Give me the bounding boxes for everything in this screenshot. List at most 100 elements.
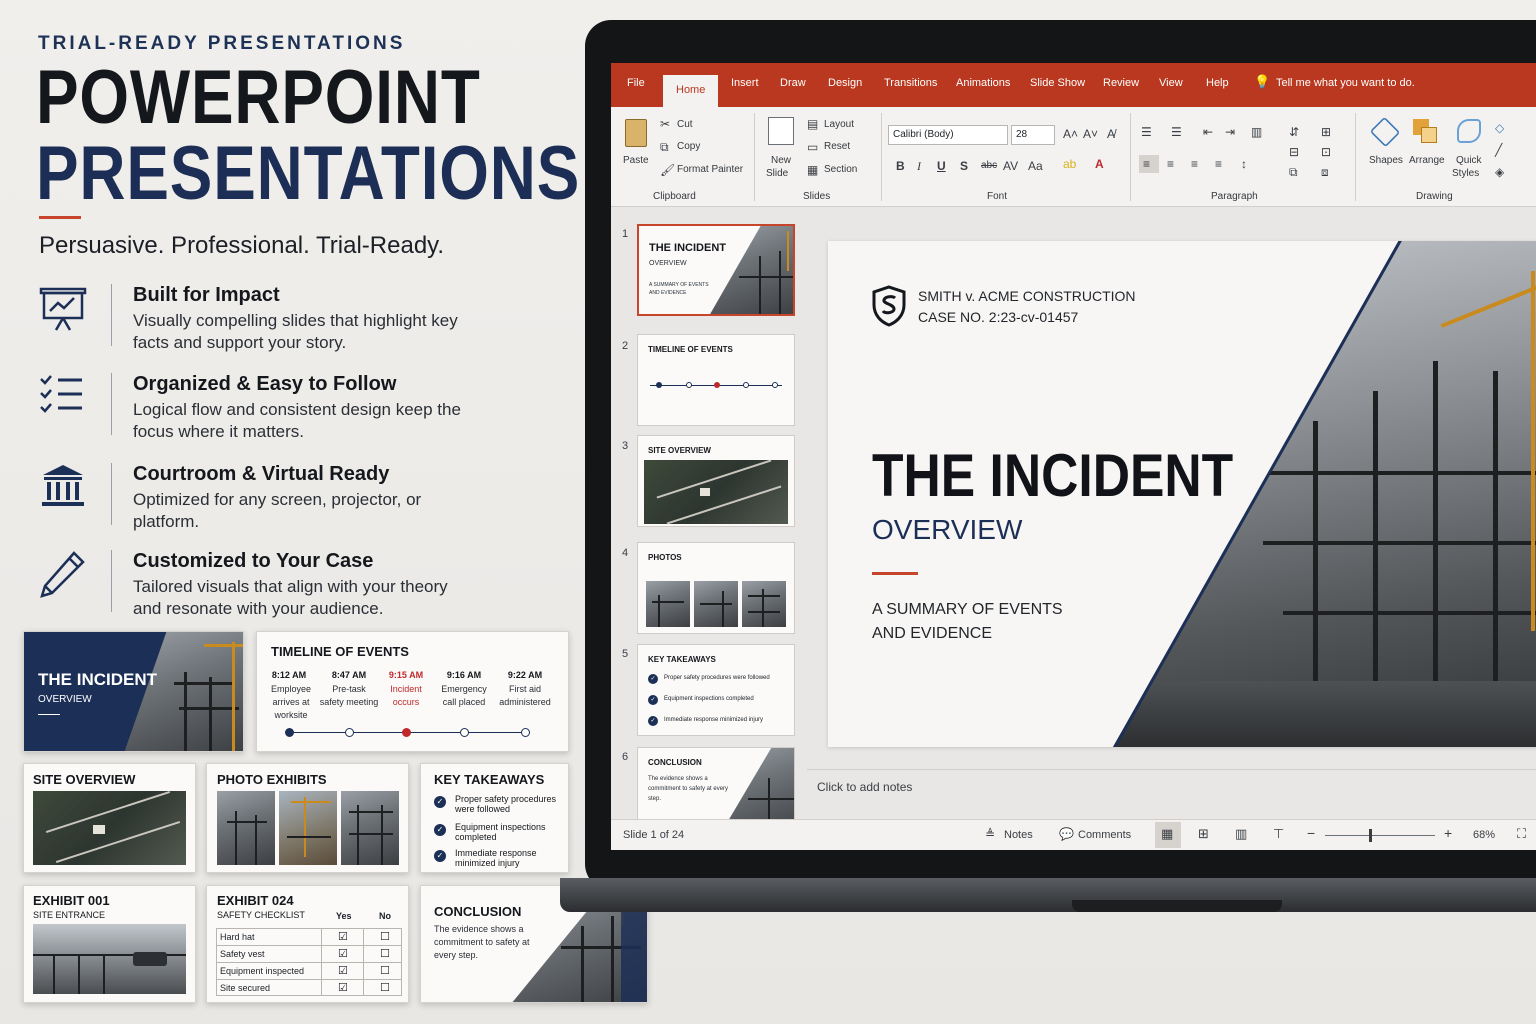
slide-thumbnail-5[interactable]: KEY TAKEAWAYS ✓ Proper safety procedures… [637, 644, 795, 736]
section-button[interactable]: Section [824, 164, 857, 175]
shape-outline-icon[interactable]: ╱ [1495, 143, 1502, 157]
reset-button[interactable]: Reset [824, 141, 850, 152]
comments-icon[interactable]: 💬 [1059, 827, 1074, 841]
character-spacing-icon[interactable]: AV [1003, 159, 1018, 173]
tab-slide-show[interactable]: Slide Show [1030, 77, 1085, 89]
scissors-icon[interactable]: ✂ [660, 117, 670, 131]
align-left-icon[interactable]: ≡ [1143, 157, 1150, 171]
main-slide-canvas[interactable]: SMITH v. ACME CONSTRUCTION CASE NO. 2:23… [828, 241, 1536, 747]
arrange-button[interactable]: Arrange [1409, 155, 1445, 166]
convert-smartart-icon[interactable]: ⊡ [1321, 145, 1331, 159]
section-icon[interactable]: ▦ [807, 163, 818, 177]
feature-divider [111, 284, 112, 346]
bullets-icon[interactable]: ☰ [1141, 125, 1152, 139]
shapes-button[interactable]: Shapes [1369, 155, 1403, 166]
pencil-icon [40, 551, 85, 598]
accent-divider [39, 216, 81, 219]
paste-button[interactable]: Paste [623, 155, 649, 166]
quick-styles-button[interactable]: Quick [1456, 155, 1482, 166]
slide-thumbnail-4[interactable]: PHOTOS [637, 542, 795, 634]
tab-help[interactable]: Help [1206, 77, 1229, 89]
clear-formatting-icon[interactable]: A̸ [1107, 127, 1115, 141]
columns-icon[interactable]: ▥ [1251, 125, 1262, 139]
decrease-font-icon[interactable]: A˅ [1083, 127, 1098, 141]
normal-view-icon[interactable]: ▦ [1161, 826, 1173, 842]
tab-transitions[interactable]: Transitions [884, 77, 937, 89]
bold-icon[interactable]: B [896, 159, 905, 173]
shapes-icon[interactable] [1369, 116, 1401, 148]
font-family-select[interactable]: Calibri (Body) [888, 125, 1008, 145]
quick-styles-icon[interactable] [1457, 119, 1481, 143]
increase-indent-icon[interactable]: ⇥ [1225, 125, 1235, 139]
tab-view[interactable]: View [1159, 77, 1183, 89]
slide-number: 1 [622, 228, 629, 240]
notes-button[interactable]: Notes [1004, 829, 1033, 841]
shadow-icon[interactable]: S [960, 159, 968, 173]
comments-button[interactable]: Comments [1078, 829, 1131, 841]
justify-icon[interactable]: ≡ [1215, 157, 1222, 171]
align-right-icon[interactable]: ≡ [1191, 157, 1198, 171]
cut-button[interactable]: Cut [677, 119, 693, 130]
strikethrough-icon[interactable]: abc [981, 160, 997, 171]
line-spacing-icon[interactable]: ↕ [1241, 157, 1247, 171]
check-circle-icon: ✓ [648, 695, 658, 705]
decrease-indent-icon[interactable]: ⇤ [1203, 125, 1213, 139]
slide-thumbnail-2[interactable]: TIMELINE OF EVENTS [637, 334, 795, 426]
notes-pane[interactable]: Click to add notes [807, 769, 1536, 809]
new-slide-icon[interactable] [768, 117, 794, 145]
tab-insert[interactable]: Insert [731, 77, 759, 89]
ribbon-divider [1355, 113, 1356, 201]
tab-design[interactable]: Design [828, 77, 862, 89]
new-slide-button-line2[interactable]: Slide [766, 168, 788, 179]
zoom-level[interactable]: 68% [1473, 829, 1495, 841]
shape-fill-icon[interactable]: ◇ [1495, 121, 1504, 135]
change-case-icon[interactable]: Aa [1028, 159, 1043, 173]
zoom-slider-thumb[interactable] [1369, 829, 1372, 842]
smartart-icon[interactable]: ⊟ [1289, 145, 1299, 159]
group-objects-icon[interactable]: ⧈ [1321, 165, 1329, 180]
reset-icon[interactable]: ▭ [807, 140, 818, 154]
zoom-slider-track[interactable] [1325, 835, 1435, 836]
card-exhibit-024: EXHIBIT 024 SAFETY CHECKLIST Yes No Hard… [206, 885, 409, 1003]
timeline-text: First aid administered [499, 684, 551, 707]
slide-thumbnail-3[interactable]: SITE OVERVIEW [637, 435, 795, 527]
slide-sorter-icon[interactable]: ⊞ [1198, 826, 1209, 842]
construction-photo [124, 632, 243, 751]
thumb-photo [694, 581, 738, 627]
format-painter-button[interactable]: Format Painter [677, 164, 743, 175]
text-direction-icon[interactable]: ⇵ [1289, 125, 1299, 139]
tab-file[interactable]: File [627, 77, 645, 89]
reading-view-icon[interactable]: ▥ [1235, 826, 1247, 842]
font-color-icon[interactable]: A [1095, 157, 1104, 171]
numbering-icon[interactable]: ☰ [1171, 125, 1182, 139]
layout-icon[interactable]: ▤ [807, 117, 818, 131]
slide-summary-line2: AND EVIDENCE [872, 625, 993, 642]
copy-button[interactable]: Copy [677, 141, 700, 152]
quick-styles-button-line2[interactable]: Styles [1452, 168, 1479, 179]
font-size-select[interactable]: 28 [1011, 125, 1055, 145]
tab-animations[interactable]: Animations [956, 77, 1010, 89]
slideshow-icon[interactable]: ⊤ [1273, 826, 1284, 842]
paste-icon[interactable] [625, 119, 647, 147]
align-text-icon[interactable]: ⊞ [1321, 125, 1331, 139]
tab-review[interactable]: Review [1103, 77, 1139, 89]
new-slide-button[interactable]: New [771, 155, 791, 166]
notes-icon[interactable]: ≜ [985, 827, 995, 841]
format-painter-icon[interactable]: 🖌 [660, 163, 675, 177]
increase-font-icon[interactable]: A˄ [1063, 127, 1078, 141]
arrange-order-icon[interactable]: ⧉ [1289, 165, 1298, 180]
underline-icon[interactable]: U [937, 159, 946, 173]
tab-home[interactable]: Home [663, 75, 719, 107]
highlight-icon[interactable]: ab [1063, 157, 1076, 171]
tab-draw[interactable]: Draw [780, 77, 806, 89]
zoom-out-icon[interactable]: − [1307, 825, 1315, 841]
fit-to-window-icon[interactable]: ⛶ [1517, 826, 1526, 842]
slide-thumbnail-1[interactable]: THE INCIDENT OVERVIEW A SUMMARY OF EVENT… [637, 224, 795, 316]
italic-icon[interactable]: I [917, 159, 921, 174]
shape-effects-icon[interactable]: ◈ [1495, 165, 1504, 179]
align-center-icon[interactable]: ≡ [1167, 157, 1174, 171]
zoom-in-icon[interactable]: + [1444, 825, 1452, 841]
tell-me-search[interactable]: Tell me what you want to do. [1276, 77, 1415, 89]
layout-button[interactable]: Layout [824, 119, 854, 130]
copy-icon[interactable]: ⧉ [660, 140, 669, 155]
